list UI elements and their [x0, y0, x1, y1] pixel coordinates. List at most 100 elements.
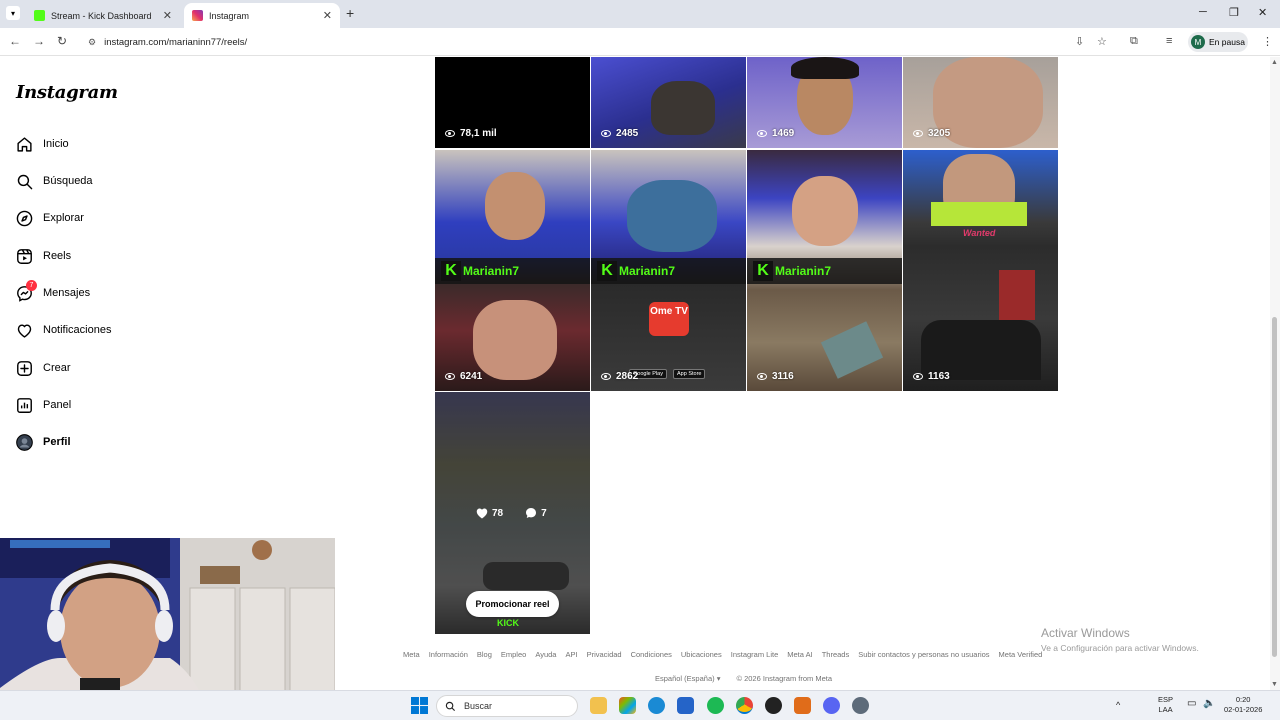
taskbar-search[interactable]: Buscar: [436, 695, 578, 717]
footer-link[interactable]: Condiciones: [631, 650, 672, 659]
windows-activation-watermark: Activar Windows Ve a Configuración para …: [1041, 626, 1199, 653]
network-icon[interactable]: ▭: [1187, 699, 1196, 709]
copilot-icon[interactable]: [619, 697, 636, 714]
view-count: 2862: [601, 371, 638, 382]
avatar: M: [1191, 35, 1205, 49]
sidebar-item-reels[interactable]: Reels: [16, 244, 71, 268]
url-text: instagram.com/marianinn77/reels/: [104, 36, 248, 48]
reel-tile[interactable]: 3205: [903, 57, 1058, 148]
bookmark-star-icon[interactable]: ☆: [1097, 35, 1107, 48]
reel-tile[interactable]: 78,1 mil: [435, 57, 590, 148]
sidebar-item-perfil[interactable]: Perfil: [16, 430, 71, 454]
sidebar-item-busqueda[interactable]: Búsqueda: [16, 169, 93, 193]
settings-icon[interactable]: [852, 697, 869, 714]
car-shape: [483, 562, 569, 590]
tab-search-button[interactable]: ▾: [6, 6, 20, 20]
footer-link[interactable]: Empleo: [501, 650, 526, 659]
restore-button[interactable]: ❐: [1229, 6, 1239, 19]
footer-link[interactable]: Threads: [822, 650, 850, 659]
install-app-icon[interactable]: ⇩: [1075, 35, 1084, 48]
new-tab-button[interactable]: +: [346, 5, 354, 21]
sidebar-item-label: Reels: [43, 250, 72, 262]
language-indicator[interactable]: ESP LAA: [1158, 695, 1173, 715]
person-thumbnail: [792, 176, 858, 246]
reload-button[interactable]: ↻: [57, 34, 67, 48]
promote-reel-button[interactable]: Promocionar reel: [466, 591, 559, 617]
footer-link[interactable]: Privacidad: [587, 650, 622, 659]
menu-icon[interactable]: ⋮: [1262, 35, 1273, 48]
site-info-icon[interactable]: ⚙: [88, 37, 96, 48]
tab-kick-dashboard[interactable]: Stream - Kick Dashboard ✕: [26, 3, 180, 28]
obs-icon[interactable]: [765, 697, 782, 714]
sidebar-item-panel[interactable]: Panel: [16, 393, 71, 417]
sidebar-item-notificaciones[interactable]: Notificaciones: [16, 318, 111, 342]
close-icon[interactable]: ✕: [323, 9, 332, 22]
sidebar-item-explorar[interactable]: Explorar: [16, 206, 84, 230]
discord-icon[interactable]: [823, 697, 840, 714]
eye-icon: [757, 373, 767, 380]
chart-icon: [16, 397, 33, 414]
reel-stats: 78 7: [476, 507, 547, 519]
kick-icon: K: [441, 261, 461, 281]
wanted-sign: Wanted: [963, 228, 996, 238]
scroll-thumb[interactable]: [1272, 317, 1277, 657]
footer-link[interactable]: API: [565, 650, 577, 659]
profile-chip[interactable]: M En pausa: [1188, 32, 1248, 52]
scroll-down-icon[interactable]: ▼: [1271, 681, 1278, 688]
footer-link[interactable]: Subir contactos y personas no usuarios: [858, 650, 989, 659]
windows-start-icon[interactable]: [411, 697, 428, 714]
footer-link[interactable]: Meta: [403, 650, 420, 659]
reel-tile-hovered[interactable]: KICK 78 7 Promocionar reel: [435, 392, 590, 634]
sidebar-item-label: Explorar: [43, 212, 84, 224]
person-thumbnail: [627, 180, 717, 252]
forward-button[interactable]: →: [33, 34, 45, 48]
sidebar-item-label: Notificaciones: [43, 324, 112, 336]
close-icon[interactable]: ✕: [163, 9, 172, 22]
tab-title: Stream - Kick Dashboard: [51, 10, 152, 21]
file-explorer-icon[interactable]: [590, 697, 607, 714]
sidebar-item-mensajes[interactable]: 7 Mensajes: [16, 279, 90, 305]
tab-instagram[interactable]: Instagram ✕: [184, 3, 340, 28]
footer-link[interactable]: Meta AI: [787, 650, 812, 659]
page-scrollbar[interactable]: ▲ ▼: [1270, 57, 1280, 690]
footer-link[interactable]: Instagram Lite: [731, 650, 779, 659]
tray-overflow-icon[interactable]: ^: [1116, 700, 1120, 710]
reel-tile[interactable]: K Marianin7 6241: [435, 150, 590, 391]
extensions-icon[interactable]: ⧉: [1130, 35, 1138, 48]
reel-tile[interactable]: K Marianin7 3116: [747, 150, 902, 391]
footer-link[interactable]: Información: [429, 650, 468, 659]
sidebar-item-crear[interactable]: Crear: [16, 356, 71, 380]
scroll-up-icon[interactable]: ▲: [1271, 59, 1278, 66]
app-store-badge: App Store: [673, 369, 706, 379]
footer-link[interactable]: Ubicaciones: [681, 650, 722, 659]
back-button[interactable]: ←: [9, 34, 21, 48]
footer-link[interactable]: Blog: [477, 650, 492, 659]
chrome-icon[interactable]: [736, 697, 753, 714]
sidebar-item-label: Panel: [43, 399, 72, 411]
eye-icon: [445, 130, 455, 137]
reel-tile[interactable]: Wanted 1163: [903, 150, 1058, 391]
footer-link[interactable]: Meta Verified: [999, 650, 1043, 659]
kick-icon: K: [753, 261, 773, 281]
hair-shape: [791, 57, 859, 79]
kick-icon: K: [597, 261, 617, 281]
media-control-icon[interactable]: ≡: [1166, 35, 1172, 47]
footer-links: Meta Información Blog Empleo Ayuda API P…: [403, 650, 1042, 659]
volume-icon[interactable]: 🔈: [1203, 699, 1215, 709]
spotify-icon[interactable]: [707, 697, 724, 714]
footer-link[interactable]: Ayuda: [535, 650, 556, 659]
edge-icon[interactable]: [648, 697, 665, 714]
reel-tile[interactable]: 1469: [747, 57, 902, 148]
store-icon[interactable]: [677, 697, 694, 714]
app-icon[interactable]: [794, 697, 811, 714]
instagram-logo[interactable]: Instagram: [16, 82, 118, 103]
minimize-button[interactable]: ─: [1199, 6, 1207, 18]
url-bar[interactable]: ⚙ instagram.com/marianinn77/reels/: [80, 31, 1120, 53]
clock[interactable]: 0:20 02-01-2026: [1224, 695, 1262, 715]
close-window-button[interactable]: ✕: [1258, 6, 1267, 19]
reel-tile[interactable]: 2485: [591, 57, 746, 148]
language-select[interactable]: Español (España) ▾: [655, 674, 720, 683]
reel-tile[interactable]: K Marianin7 Ome TV Google Play App Store …: [591, 150, 746, 391]
eye-icon: [913, 373, 923, 380]
sidebar-item-inicio[interactable]: Inicio: [16, 132, 69, 156]
